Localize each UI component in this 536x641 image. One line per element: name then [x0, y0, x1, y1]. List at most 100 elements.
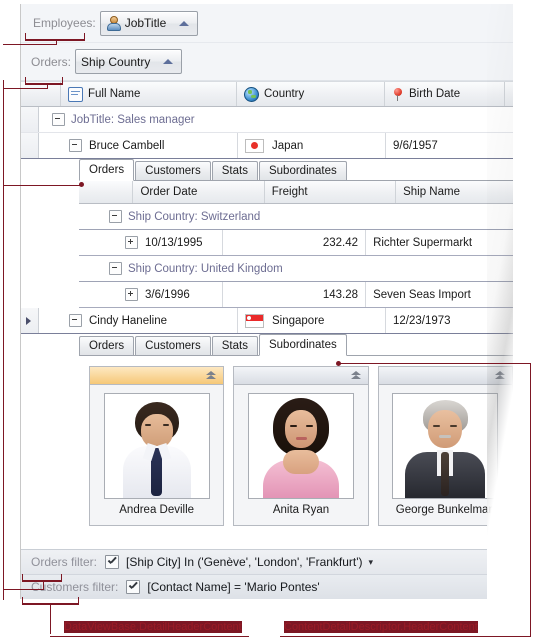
- filter-dropdown-icon[interactable]: ▾: [369, 557, 374, 568]
- annotation-tick-cfilter-right: [78, 597, 79, 604]
- annotation-line-orders-drop: [47, 83, 48, 89]
- cell-full-name: Bruce Cambell: [89, 139, 165, 152]
- card-header[interactable]: [378, 367, 512, 385]
- employees-group-button[interactable]: JobTitle: [99, 10, 199, 36]
- annotation-line-employees-drop: [56, 39, 57, 45]
- column-header-indicator[interactable]: [21, 82, 61, 106]
- detail-pane-1: Orders Customers Stats Subordinates Orde…: [21, 159, 513, 308]
- card-name: Anita Ryan: [272, 504, 330, 516]
- cell-full-name: Cindy Haneline: [89, 314, 167, 327]
- tab-customers[interactable]: Customers: [135, 336, 211, 355]
- column-header-indicator[interactable]: [79, 181, 134, 203]
- annotation-line-ofilter-drop: [43, 580, 44, 590]
- row-expand-icon[interactable]: [69, 139, 82, 152]
- collapse-chevron-icon[interactable]: [206, 371, 217, 380]
- card-header[interactable]: [234, 367, 368, 385]
- table-row[interactable]: 3/6/1996 143.28 Seven Seas Import: [79, 282, 513, 308]
- tab-orders[interactable]: Orders: [79, 336, 135, 355]
- annotation-line-ofilter-connector: [3, 589, 44, 590]
- column-header-label: Ship Name: [403, 186, 460, 198]
- tab-stats[interactable]: Stats: [211, 161, 258, 180]
- column-header-label: Freight: [271, 186, 308, 198]
- annotation-tick-ofilter-left: [22, 574, 23, 581]
- pin-icon: [392, 87, 404, 101]
- tab-subordinates[interactable]: Subordinates: [258, 334, 347, 356]
- japan-flag-icon: [245, 138, 264, 153]
- row-expand-icon[interactable]: [125, 236, 138, 249]
- annotation-line-employees-connector: [3, 44, 56, 45]
- avatar: [247, 393, 354, 499]
- column-header-country[interactable]: Country: [237, 82, 385, 106]
- column-header-label: Full Name: [88, 88, 141, 100]
- annotation-tick-employees-right: [84, 33, 85, 40]
- avatar: [392, 393, 499, 499]
- annotation-tick-ofilter-right: [61, 574, 62, 581]
- toolbar-row-employees: Employees: JobTitle: [21, 4, 513, 42]
- cell-freight: 232.42: [322, 236, 359, 249]
- annotation-dot-subordinates-tab: [336, 361, 341, 366]
- annotation-tick-employees-left: [25, 33, 26, 40]
- customers-filter-checkbox[interactable]: [126, 580, 141, 594]
- annotation-tick-orders-right: [62, 77, 63, 84]
- annotation-label-right: ContentDetailDescriptor.HeaderContent: [284, 621, 478, 633]
- table-row[interactable]: 10/13/1995 232.42 Richter Supermarkt: [79, 230, 513, 256]
- annotation-underline-label-right: [280, 636, 531, 637]
- group-row-jobtitle[interactable]: JobTitle: Sales manager: [21, 107, 513, 133]
- annotation-line-subordinates: [340, 363, 530, 364]
- annotation-underline-orders: [25, 83, 63, 85]
- card-name: Andrea Deville: [119, 504, 195, 516]
- tab-subordinates[interactable]: Subordinates: [258, 161, 347, 180]
- column-header-full-name[interactable]: Full Name: [61, 82, 237, 106]
- customers-filter-expression[interactable]: [Contact Name] = 'Mario Pontes': [147, 580, 319, 594]
- cell-country: Singapore: [272, 314, 325, 327]
- globe-icon: [244, 86, 259, 102]
- column-header-order-date[interactable]: Order Date: [133, 181, 265, 203]
- orders-filter-checkbox[interactable]: [105, 555, 120, 569]
- tab-orders[interactable]: Orders: [79, 159, 135, 181]
- customers-filter-panel: Customers filter: [Contact Name] = 'Mari…: [21, 574, 513, 599]
- cell-ship-name: Seven Seas Import: [373, 288, 471, 301]
- annotation-label-left: DataViewBase.DetailHeaderContent: [64, 621, 242, 633]
- orders-group-value: Ship Country: [81, 54, 151, 69]
- annotation-underline-orders-filter: [22, 580, 62, 582]
- current-row-icon: [26, 317, 31, 325]
- group-row-ship-country[interactable]: Ship Country: Switzerland: [79, 204, 513, 230]
- row-expand-icon[interactable]: [69, 314, 82, 327]
- row-expand-icon[interactable]: [125, 288, 138, 301]
- column-header-birth-date[interactable]: Birth Date: [385, 82, 505, 106]
- detail-tab-strip-2: Orders Customers Stats Subordinates: [79, 334, 513, 356]
- row-indicator-cell: [21, 308, 39, 333]
- collapse-chevron-icon[interactable]: [350, 371, 362, 380]
- card-item[interactable]: George Bunkelman: [377, 366, 513, 526]
- table-row[interactable]: Cindy Haneline Singapore 12/23/1973: [21, 308, 513, 334]
- orders-label: Orders:: [31, 54, 72, 69]
- toolbar: Employees: JobTitle Orders: Ship Country: [21, 4, 513, 81]
- group-row-label: Ship Country: United Kingdom: [128, 262, 283, 275]
- orders-filter-expression[interactable]: [Ship City] In ('Genève', 'London', 'Fra…: [126, 555, 363, 569]
- column-header-freight[interactable]: Freight: [265, 181, 397, 203]
- group-expand-icon[interactable]: [109, 262, 122, 275]
- tab-stats[interactable]: Stats: [211, 336, 258, 355]
- annotation-line-left-spine: [3, 80, 4, 600]
- orders-filter-label: Orders filter:: [31, 555, 98, 569]
- group-row-label: Ship Country: Switzerland: [128, 210, 261, 223]
- group-expand-icon[interactable]: [52, 113, 65, 126]
- tab-customers[interactable]: Customers: [135, 161, 211, 180]
- annotation-tick-cfilter-left: [22, 597, 23, 604]
- cell-order-date: 3/6/1996: [145, 288, 190, 301]
- toolbar-row-orders: Orders: Ship Country: [21, 42, 513, 80]
- card-item[interactable]: Andrea Deville: [89, 366, 225, 526]
- orders-group-button[interactable]: Ship Country: [75, 49, 183, 74]
- collapse-chevron-icon[interactable]: [494, 371, 506, 380]
- singapore-flag-icon: [245, 313, 264, 328]
- group-row-ship-country[interactable]: Ship Country: United Kingdom: [79, 256, 513, 282]
- cell-ship-name: Richter Supermarkt: [373, 236, 473, 249]
- table-row[interactable]: Bruce Cambell Japan 9/6/1957: [21, 133, 513, 159]
- card-item[interactable]: Anita Ryan: [233, 366, 369, 526]
- annotation-line-right-spine: [530, 363, 531, 636]
- column-header-ship-name[interactable]: Ship Name: [396, 181, 513, 203]
- card-header[interactable]: [90, 367, 224, 385]
- group-expand-icon[interactable]: [109, 210, 122, 223]
- app-window: Employees: JobTitle Orders: Ship Country: [20, 4, 513, 599]
- column-header-label: Order Date: [140, 186, 198, 198]
